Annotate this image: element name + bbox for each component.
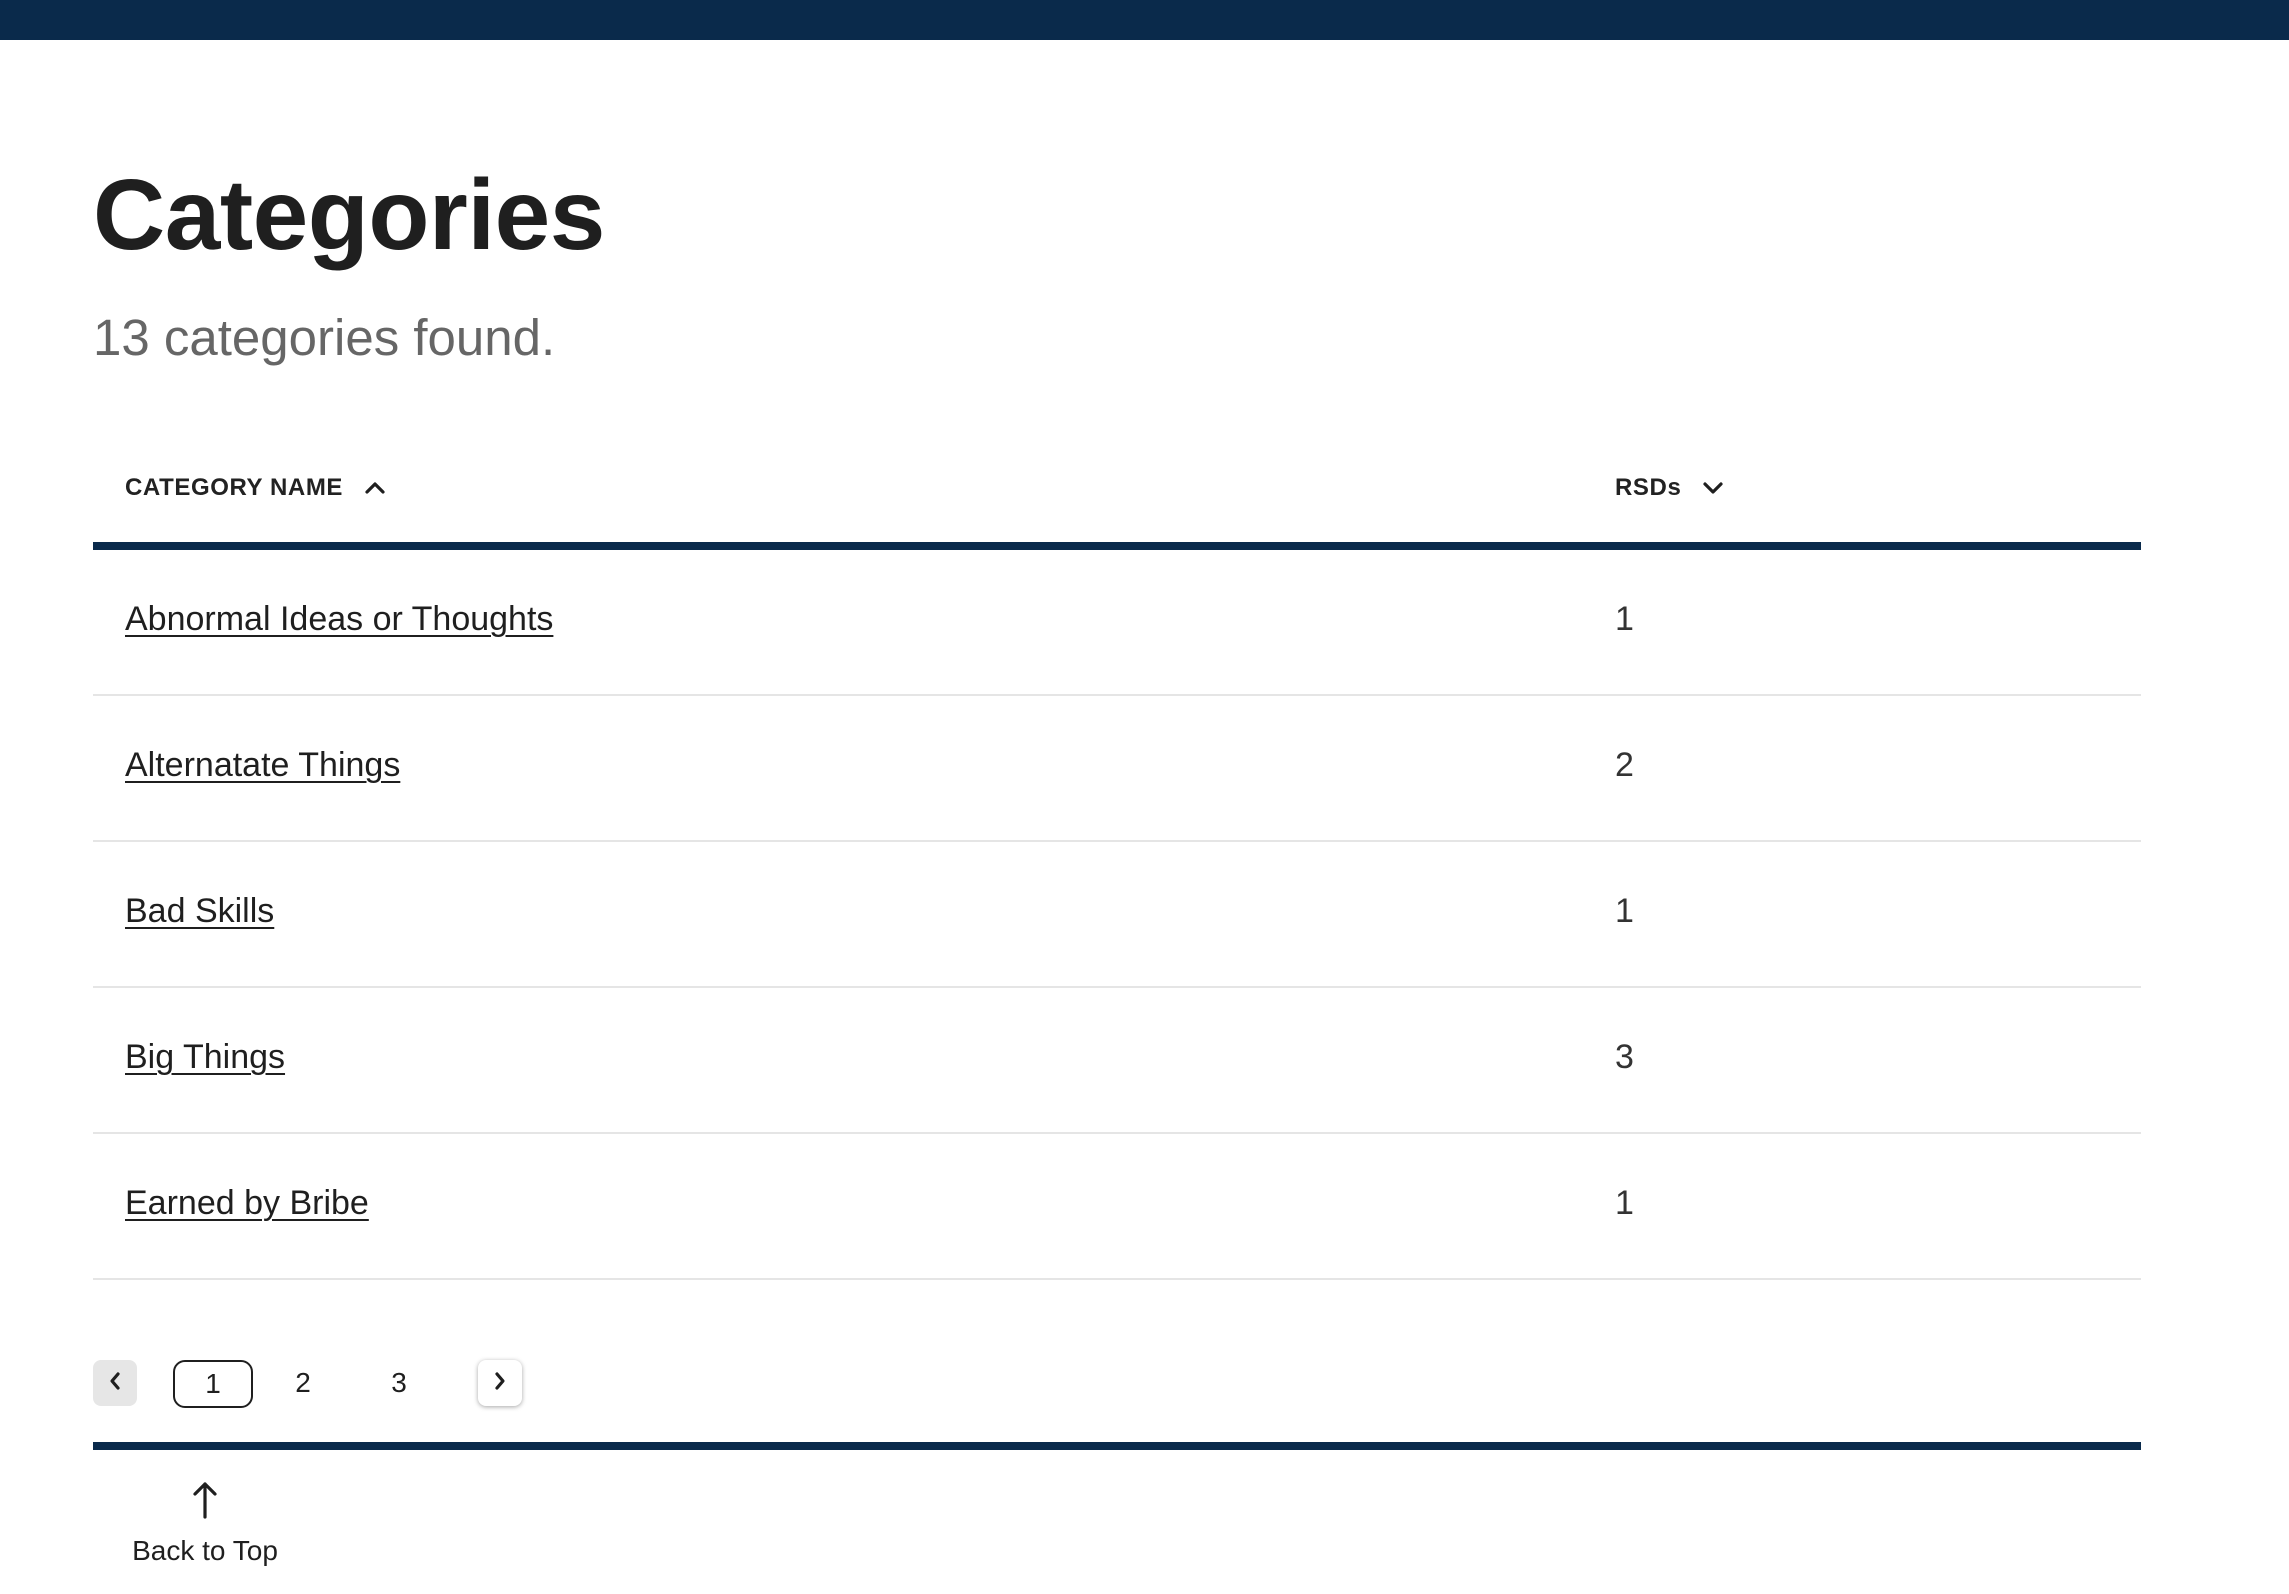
rsd-count: 1 xyxy=(1615,892,1634,930)
previous-page-button[interactable] xyxy=(93,1360,137,1406)
page-title: Categories xyxy=(93,159,605,271)
rsd-count: 1 xyxy=(1615,600,1634,638)
pagination: 1 2 3 xyxy=(93,1360,593,1410)
chevron-down-icon[interactable] xyxy=(1695,470,1731,506)
table-header: CATEGORY NAME RSDs xyxy=(93,448,2141,544)
table-row: Alternatate Things 2 xyxy=(93,696,2141,842)
category-link[interactable]: Big Things xyxy=(125,1038,285,1077)
column-header-category-name[interactable]: CATEGORY NAME xyxy=(125,470,393,506)
category-link[interactable]: Abnormal Ideas or Thoughts xyxy=(125,600,553,639)
rsd-count: 3 xyxy=(1615,1038,1634,1076)
next-page-button[interactable] xyxy=(478,1360,522,1406)
result-summary: 13 categories found. xyxy=(93,309,556,366)
back-to-top-button[interactable]: Back to Top xyxy=(125,1480,285,1567)
chevron-left-icon xyxy=(108,1371,122,1396)
arrow-up-icon xyxy=(190,1480,220,1525)
rsd-count: 2 xyxy=(1615,746,1634,784)
chevron-up-icon[interactable] xyxy=(357,470,393,506)
page-button[interactable]: 2 xyxy=(285,1360,321,1406)
table-row: Bad Skills 1 xyxy=(93,842,2141,988)
column-header-label: CATEGORY NAME xyxy=(125,474,344,501)
top-banner xyxy=(0,0,2289,40)
chevron-right-icon xyxy=(493,1371,507,1396)
back-to-top-label: Back to Top xyxy=(132,1535,278,1566)
table-row: Big Things 3 xyxy=(93,988,2141,1134)
table-row: Earned by Bribe 1 xyxy=(93,1134,2141,1280)
page-button-current[interactable]: 1 xyxy=(173,1360,253,1408)
page-button[interactable]: 3 xyxy=(381,1360,417,1406)
footer-divider xyxy=(93,1442,2141,1450)
category-link[interactable]: Bad Skills xyxy=(125,892,274,931)
category-table-body: Abnormal Ideas or Thoughts 1 Alternatate… xyxy=(93,550,2141,1280)
column-header-label: RSDs xyxy=(1615,474,1682,501)
column-header-rsds[interactable]: RSDs xyxy=(1615,470,1731,506)
category-link[interactable]: Earned by Bribe xyxy=(125,1184,369,1223)
category-link[interactable]: Alternatate Things xyxy=(125,746,400,785)
table-row: Abnormal Ideas or Thoughts 1 xyxy=(93,550,2141,696)
header-divider xyxy=(93,542,2141,550)
rsd-count: 1 xyxy=(1615,1184,1634,1222)
